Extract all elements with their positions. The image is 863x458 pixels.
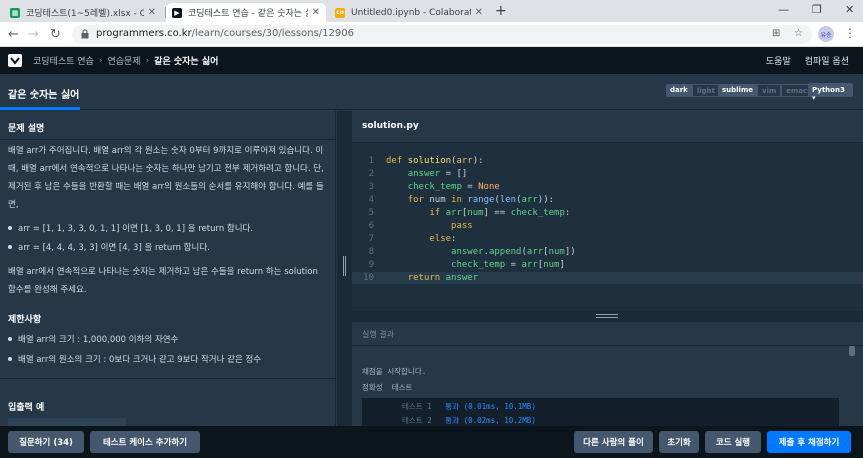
breadcrumb-item[interactable]: 코딩테스트 연습	[33, 54, 94, 67]
tab-label: 코딩테스트 연습 - 같은 숫자는 싫	[188, 9, 308, 19]
close-icon[interactable]: ✕	[148, 7, 156, 18]
bottom-action-bar: 질문하기 (34) 테스트 케이스 추가하기 다른 사람의 풀이 초기화 코드 …	[0, 426, 863, 458]
scrollbar-thumb[interactable]	[849, 346, 855, 356]
io-example-table	[8, 418, 126, 426]
forward-icon[interactable]: →	[28, 27, 39, 42]
code-line: 8 answer.append(arr[num])	[368, 247, 576, 257]
code-editor[interactable]: 1 def solution(arr): 2 answer = [] 3 chec…	[352, 143, 863, 311]
result-output: 채점을 시작합니다. 정확성 테스트 테스트 1 통과 (0.01ms, 10.…	[352, 346, 863, 426]
url-text: programmers.co.kr/learn/courses/30/lesso…	[96, 28, 354, 39]
address-bar: ← → ↻ programmers.co.kr/learn/courses/30…	[0, 22, 863, 47]
code-line: 1 def solution(arr):	[368, 156, 484, 166]
theme-toggle: dark light	[666, 84, 720, 97]
code-line: 9 check_temp = arr[num]	[368, 260, 565, 270]
url-input[interactable]: programmers.co.kr/learn/courses/30/lesso…	[72, 25, 812, 44]
help-link[interactable]: 도움말	[766, 54, 791, 67]
colab-icon: co	[335, 7, 345, 18]
code-line-current: 10 return answer	[352, 272, 863, 284]
site-header: 코딩테스트 연습 › 연습문제 › 같은 숫자는 싫어 도움말 컴파일 옵션	[0, 47, 863, 74]
code-line: 2 answer = []	[368, 169, 468, 179]
new-tab-icon[interactable]: +	[495, 3, 507, 19]
code-line: 7 else:	[368, 234, 457, 244]
submit-button[interactable]: 제출 후 채점하기	[767, 431, 851, 453]
run-code-button[interactable]: 코드 실행	[705, 431, 761, 453]
editor-filename: solution.py	[362, 121, 419, 131]
test-row: 테스트 2 통과 (0.02ms, 10.2MB)	[402, 416, 536, 425]
limits-heading: 제한사항	[8, 315, 42, 325]
tab-label: Untitled0.ipynb - Colaboratory	[351, 7, 471, 18]
translate-icon[interactable]: ⊞	[772, 28, 780, 39]
description-text: 배열 arr가 주어집니다. 배열 arr의 각 원소는 숫자 0부터 9까지로…	[8, 146, 324, 210]
browser-tab-sheets[interactable]: ▦ 코딩테스트(1~5레벨).xlsx - Goo ✕	[4, 3, 162, 22]
limit-item: 배열 arr의 크기 : 1,000,000 이하의 자연수	[7, 335, 179, 345]
back-icon[interactable]: ←	[8, 27, 19, 42]
browser-tab-programmers[interactable]: ▶ 코딩테스트 연습 - 같은 숫자는 싫 ✕	[166, 3, 326, 22]
problem-pane: 문제 설명 배열 arr가 주어집니다. 배열 arr의 각 원소는 숫자 0부…	[0, 111, 336, 426]
chevron-right-icon: ›	[145, 55, 150, 66]
io-example-heading: 입출력 예	[8, 403, 45, 413]
result-header: 실행 결과	[352, 322, 863, 346]
example-item: arr = [4, 4, 4, 3, 3] 이면 [4, 3] 을 return…	[8, 243, 210, 253]
close-icon[interactable]: ✕	[475, 7, 483, 18]
drag-handle-icon[interactable]	[596, 314, 618, 318]
minimize-icon[interactable]: —	[778, 3, 789, 16]
browser-menu-icon[interactable]: ⋮	[844, 26, 856, 40]
breadcrumb-current: 같은 숫자는 싫어	[154, 57, 219, 67]
description-heading: 문제 설명	[8, 124, 45, 134]
language-select[interactable]: Python3 ▾	[808, 83, 853, 102]
result-line: 채점을 시작합니다.	[362, 367, 427, 376]
compile-options-link[interactable]: 컴파일 옵션	[805, 54, 849, 67]
tab-label: 코딩테스트(1~5레벨).xlsx - Goo	[26, 9, 144, 19]
reload-icon[interactable]: ↻	[50, 27, 61, 42]
limit-item: 배열 arr의 원소의 크기 : 0보다 크거나 같고 9보다 작거나 같은 정…	[7, 355, 262, 365]
close-icon[interactable]: ✕	[312, 7, 320, 18]
test-results-box: 테스트 1 통과 (0.01ms, 10.1MB) 테스트 2 통과 (0.02…	[362, 398, 839, 426]
bookmark-star-icon[interactable]: ☆	[794, 28, 803, 39]
test-row: 테스트 1 통과 (0.01ms, 10.1MB)	[402, 402, 536, 411]
example-item: arr = [1, 1, 3, 3, 0, 1, 1] 이면 [1, 3, 0,…	[7, 224, 254, 234]
keymap-sublime-option[interactable]: sublime	[718, 84, 758, 97]
ask-question-button[interactable]: 질문하기 (34)	[8, 431, 84, 453]
chevron-right-icon: ›	[98, 55, 103, 66]
result-title: 실행 결과	[362, 330, 394, 339]
theme-light-option[interactable]: light	[691, 84, 720, 97]
breadcrumb: 코딩테스트 연습 › 연습문제 › 같은 숫자는 싫어	[33, 54, 219, 68]
code-line: 3 check_temp = None	[368, 182, 500, 192]
lesson-title-bar: 같은 숫자는 싫어 dark light sublime vim emacs P…	[0, 74, 863, 110]
programmers-logo[interactable]	[8, 54, 22, 67]
divider	[0, 378, 335, 379]
add-testcase-button[interactable]: 테스트 케이스 추가하기	[90, 431, 200, 453]
result-scrollbar[interactable]	[849, 346, 855, 426]
sheets-icon: ▦	[10, 7, 20, 18]
maximize-icon[interactable]: ❐	[812, 3, 822, 16]
lock-icon	[81, 29, 89, 39]
theme-dark-option[interactable]: dark	[666, 84, 692, 97]
drag-handle-icon[interactable]	[343, 256, 346, 276]
others-solutions-button[interactable]: 다른 사람의 풀이	[574, 431, 653, 453]
keymap-toggle: sublime vim emacs	[718, 84, 817, 97]
page-title: 같은 숫자는 싫어	[8, 90, 80, 101]
window-close-icon[interactable]: ✕	[845, 3, 854, 16]
code-line: 6 pass	[368, 221, 473, 231]
reset-button[interactable]: 초기화	[659, 431, 699, 453]
avatar[interactable]: 유승	[818, 26, 834, 42]
programmers-icon: ▶	[172, 7, 182, 18]
code-line: 4 for num in range(len(arr)):	[368, 195, 555, 205]
header-links: 도움말 컴파일 옵션	[766, 54, 849, 67]
divider	[0, 139, 335, 140]
browser-tab-bar: ▦ 코딩테스트(1~5레벨).xlsx - Goo ✕ ▶ 코딩테스트 연습 -…	[0, 0, 863, 22]
code-line: 5 if arr[num] == check_temp:	[368, 208, 571, 218]
keymap-vim-option[interactable]: vim	[757, 84, 782, 97]
description-text: 배열 arr에서 연속적으로 나타나는 숫자는 제거하고 남은 수들을 retu…	[8, 267, 318, 295]
title-underline	[0, 107, 80, 110]
result-line: 정확성 테스트	[362, 383, 413, 392]
browser-tab-colab[interactable]: co Untitled0.ipynb - Colaboratory ✕	[329, 3, 489, 22]
breadcrumb-item[interactable]: 연습문제	[107, 54, 140, 67]
editor-header: solution.py	[352, 111, 863, 143]
